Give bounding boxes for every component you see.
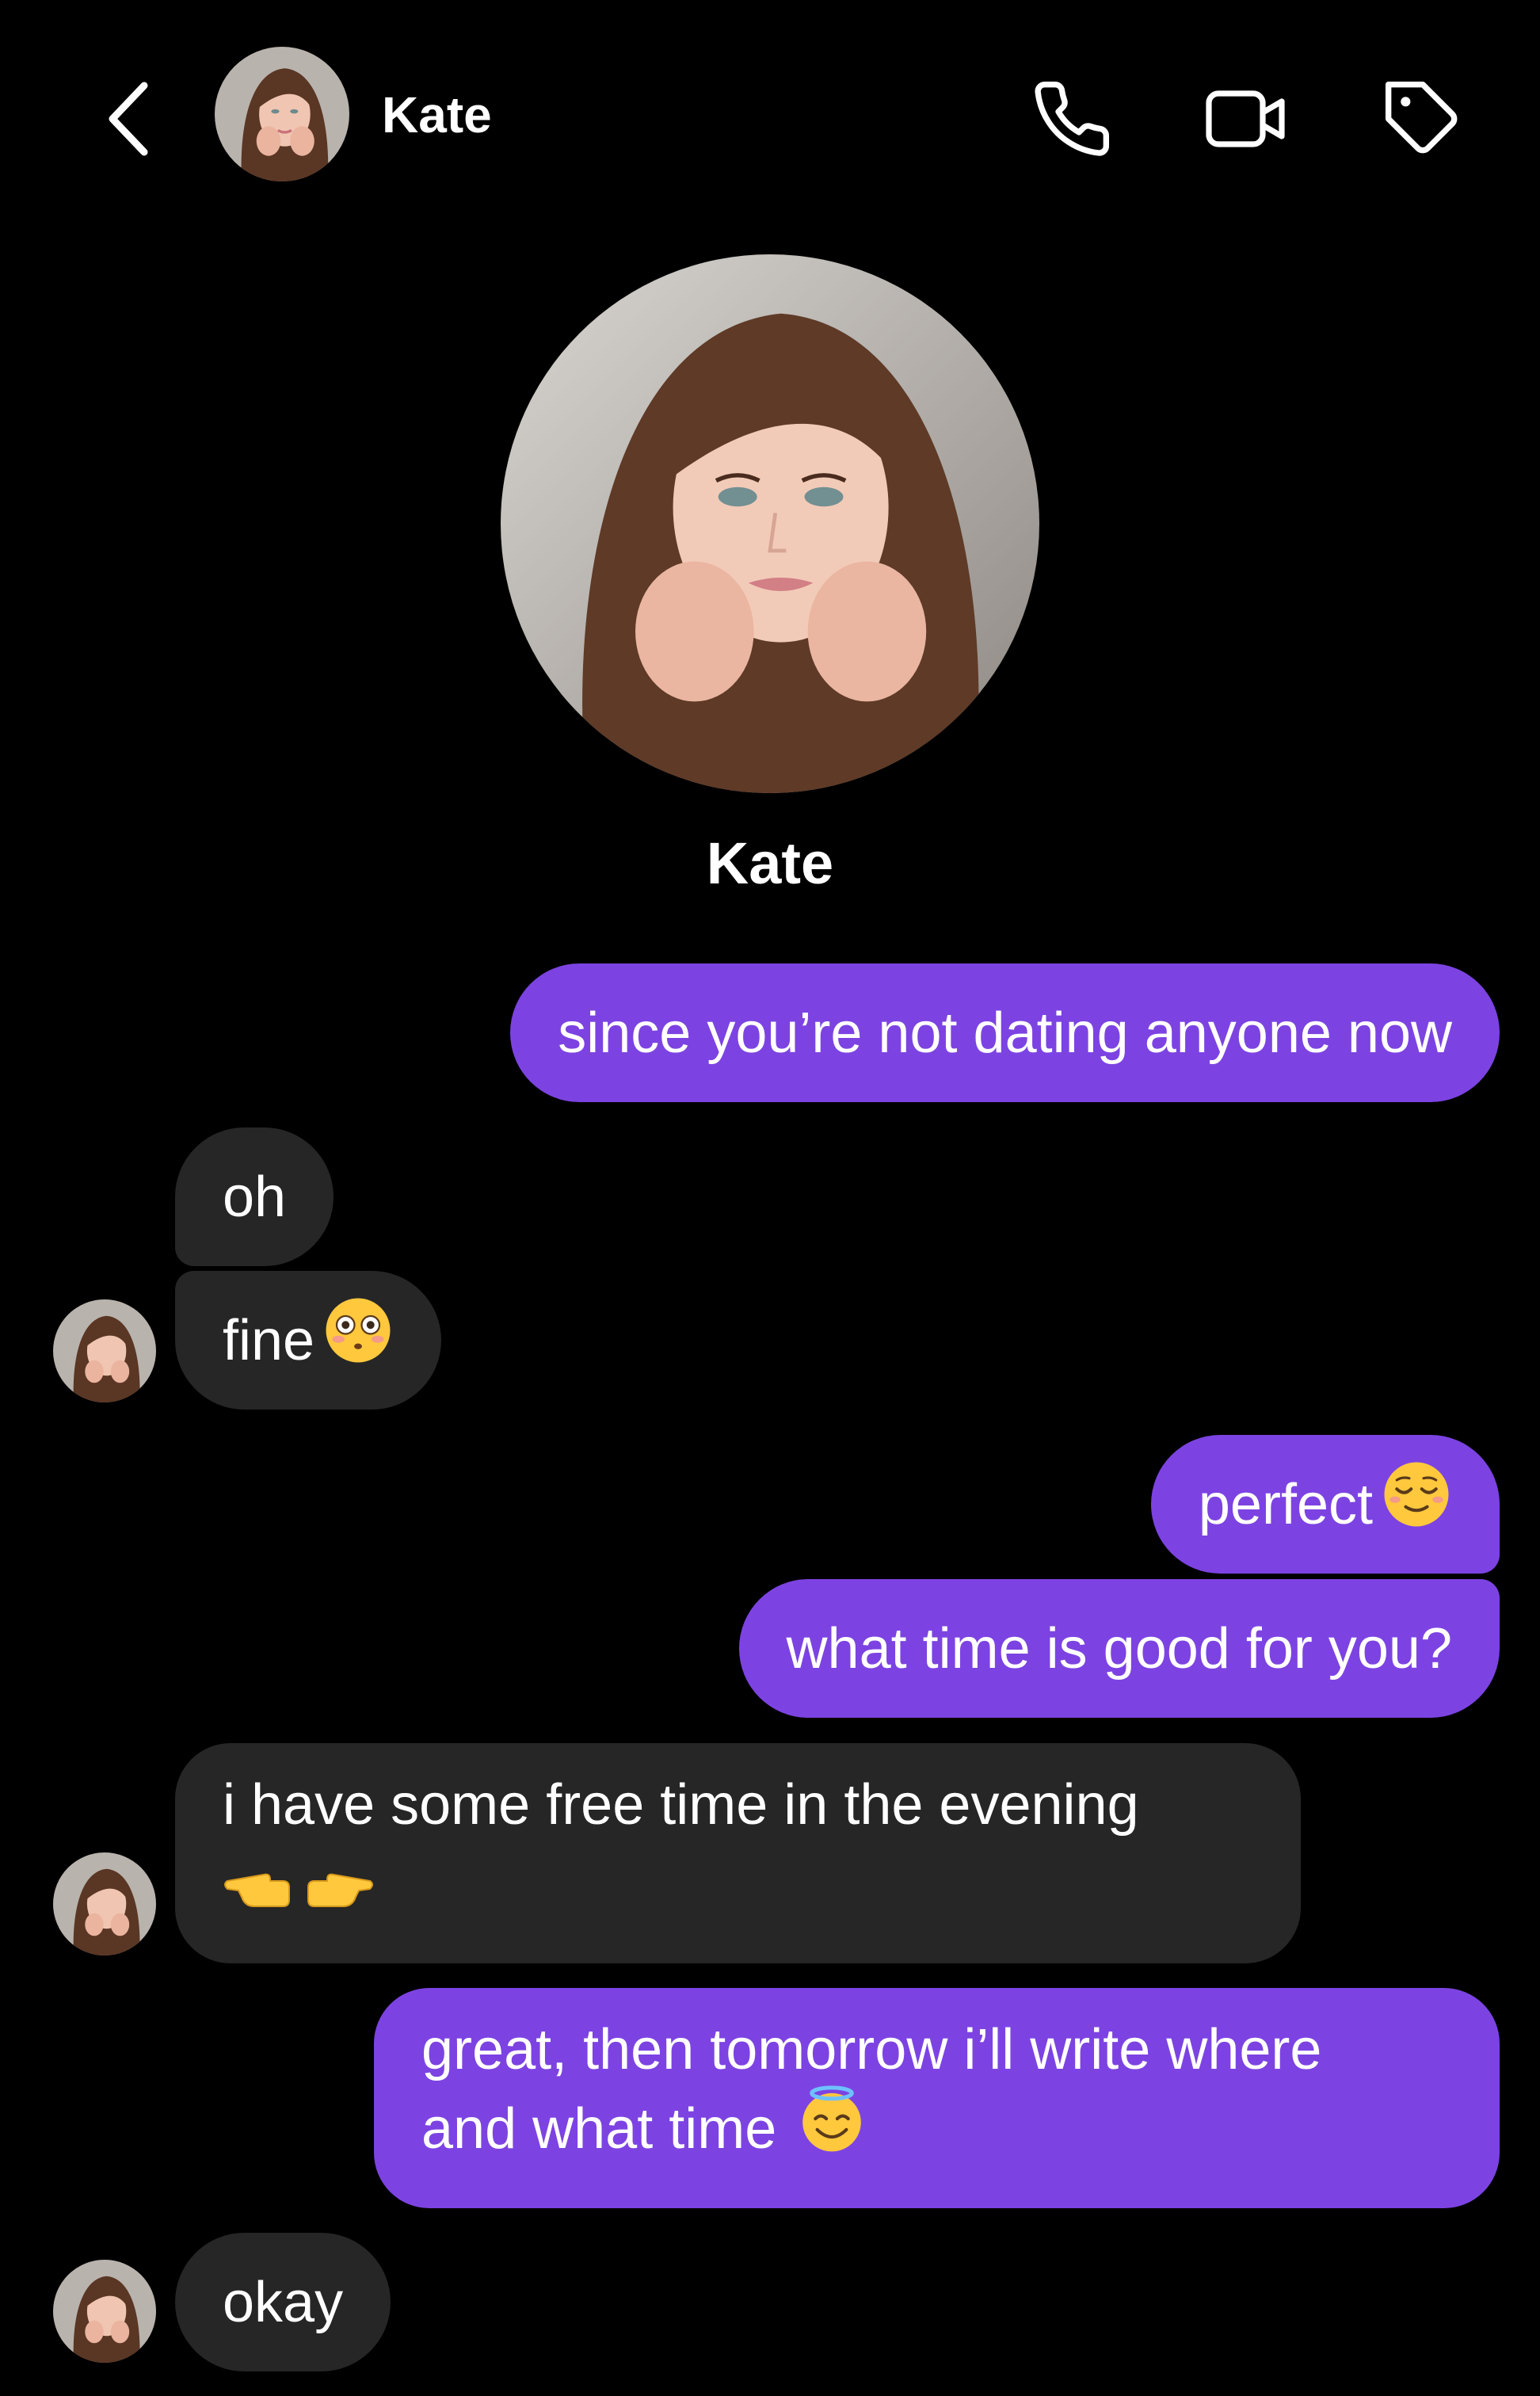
tag-icon [1385,81,1458,154]
message-text: oh [223,1165,287,1229]
chevron-left-icon [109,82,148,156]
message-bubble-sent[interactable]: perfect [1150,1435,1500,1574]
message-text: since you’re not dating anyone now [558,1001,1452,1065]
smiling-face-with-halo-emoji [795,2082,868,2176]
message-text: what time is good for you? [786,1616,1452,1681]
message-bubble-received[interactable]: i have some free time in the evening [175,1743,1301,1963]
message-text: and what time [421,2097,777,2161]
message-text: fine [223,1308,315,1372]
profile-photo[interactable] [501,254,1039,793]
message-text: great, then tomorrow i’ll write where [421,2018,1322,2081]
message-bubble-received[interactable]: okay [175,2233,391,2371]
flushed-face-emoji [322,1295,394,1387]
video-camera-icon [1206,90,1285,147]
profile-name: Kate [706,830,834,896]
tag-button[interactable] [1375,71,1470,166]
video-call-button[interactable] [1199,71,1294,166]
voice-call-button[interactable] [1024,71,1119,166]
back-button[interactable] [89,71,168,166]
relieved-face-emoji [1381,1459,1452,1551]
message-text: okay [223,2270,344,2334]
contact-avatar-small[interactable] [53,1852,156,1955]
pointing-hands-emoji [223,1845,1253,1924]
contact-avatar[interactable] [215,47,349,181]
contact-avatar-small[interactable] [53,2260,156,2363]
message-bubble-sent[interactable]: what time is good for you? [738,1579,1500,1718]
contact-name[interactable]: Kate [382,79,492,151]
message-bubble-sent[interactable]: since you’re not dating anyone now [510,963,1500,1102]
message-bubble-received[interactable]: fine [175,1271,442,1410]
contact-avatar-small[interactable] [53,1299,156,1402]
message-text: perfect [1198,1472,1373,1536]
message-text: i have some free time in the evening [223,1773,1139,1837]
message-bubble-sent[interactable]: great, then tomorrow i’ll write where an… [374,1988,1500,2208]
message-bubble-received[interactable]: oh [175,1127,334,1266]
phone-icon [1035,81,1110,156]
